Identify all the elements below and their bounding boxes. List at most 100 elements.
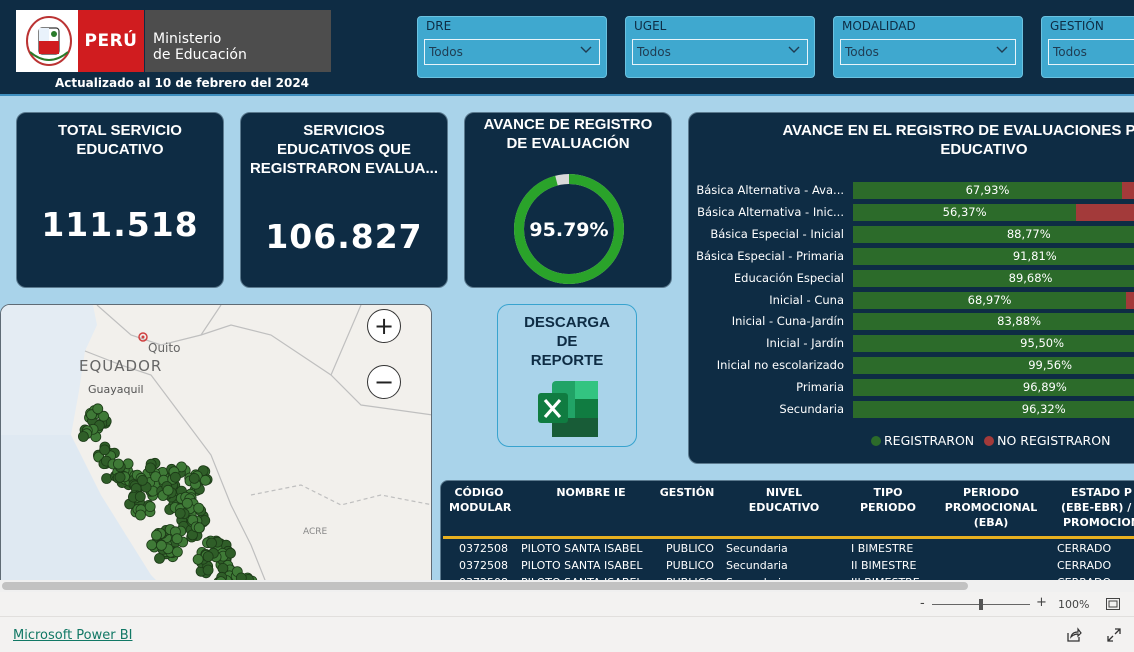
table-cell: PUBLICO (666, 559, 714, 572)
chart-title: AVANCE EN EL REGISTRO DE EVALUACIONES P … (689, 121, 1134, 159)
map-point[interactable] (169, 471, 181, 483)
map-point[interactable] (136, 474, 148, 486)
map-point[interactable] (162, 484, 174, 496)
th-line: CÓDIGO (454, 486, 504, 499)
map-point[interactable] (113, 458, 124, 470)
map-zoom-in-button[interactable]: + (367, 309, 401, 343)
filter-ugel-select[interactable]: Todos (632, 39, 808, 65)
bar-not-registered[interactable]: 83,88% (853, 313, 1134, 331)
map-point[interactable] (202, 564, 214, 576)
filter-dre-value: Todos (429, 45, 463, 59)
bar-row: Primaria 96,89% (689, 379, 1134, 397)
map-point[interactable] (134, 491, 146, 503)
table-row[interactable]: 0372508 PILOTO SANTA ISABEL PUBLICO Secunda… (441, 542, 1134, 558)
table-header-nombre[interactable]: NOMBRE IE (541, 485, 641, 500)
table-cell: PILOTO SANTA ISABEL (521, 542, 643, 555)
th-line: PROMOCION (1063, 516, 1134, 529)
zoom-slider-thumb[interactable] (979, 599, 983, 610)
map-point[interactable] (225, 547, 236, 559)
map-point[interactable] (92, 403, 104, 415)
filter-modalidad[interactable]: MODALIDAD Todos (833, 16, 1023, 78)
table-header-codigo[interactable]: CÓDIGO MODULAR (449, 485, 511, 515)
bar-category-label: Básica Alternativa - Inic... (697, 204, 844, 219)
bar-not-registered[interactable]: 89,68% (853, 269, 1134, 287)
legend-dot-registered (871, 436, 881, 446)
bar-category-label: Primaria (796, 380, 844, 395)
legend-registered[interactable]: REGISTRARON (884, 433, 974, 448)
table-header-divider (443, 536, 1134, 539)
bar-row: Inicial - Cuna-Jardín 83,88% (689, 313, 1134, 331)
chart-title-line2: EDUCATIVO (940, 141, 1028, 158)
map-point[interactable] (151, 529, 162, 541)
table-cell: II BIMESTRE (851, 559, 917, 572)
map-point[interactable] (181, 497, 193, 509)
table-cell: Secundaria (726, 559, 788, 572)
table-header-nivel[interactable]: NIVEL EDUCATIVO (731, 485, 837, 515)
table-cell: CERRADO (1057, 542, 1112, 555)
logo-ministry-line2: de Educación (153, 47, 247, 63)
map-point[interactable] (171, 546, 183, 558)
map-visual[interactable]: Quito EQUADOR Guayaquil ACRE + − (0, 304, 432, 580)
map-point[interactable] (99, 444, 110, 456)
card-total-title-line1: TOTAL SERVICIO (58, 122, 182, 139)
map-point[interactable] (192, 553, 204, 565)
map-point[interactable] (199, 474, 211, 486)
bar-value-label: 99,56% (1028, 358, 1073, 373)
table-cell: 0372508 (459, 559, 508, 572)
bar-not-registered[interactable]: 88,77% (853, 225, 1134, 243)
table-header-estado[interactable]: ESTADO P (EBE-EBR) / PROMOCION (1061, 485, 1134, 530)
bar-value-label: 89,68% (1008, 270, 1053, 285)
bar-not-registered[interactable]: 96,32% (853, 401, 1134, 418)
map-point[interactable] (171, 533, 183, 545)
share-icon[interactable] (1066, 627, 1082, 643)
bar-category-label: Básica Especial - Inicial (710, 226, 844, 241)
map-point[interactable] (206, 537, 217, 549)
table-header-gestion[interactable]: GESTIÓN (657, 485, 717, 500)
bar-not-registered[interactable]: 67,93% (853, 182, 1134, 199)
table-row[interactable]: 0372508 PILOTO SANTA ISABEL PUBLICO Secunda… (441, 559, 1134, 575)
filter-modalidad-select[interactable]: Todos (840, 39, 1016, 65)
bar-not-registered[interactable]: 91,81% (853, 247, 1134, 265)
bar-not-registered[interactable]: 99,56% (853, 357, 1134, 375)
bar-category-label: Educación Especial (733, 270, 844, 285)
map-point[interactable] (146, 539, 158, 551)
map-zoom-out-button[interactable]: − (367, 365, 401, 399)
legend-not-registered[interactable]: NO REGISTRARON (997, 433, 1110, 448)
filter-dre-select[interactable]: Todos (424, 39, 600, 65)
map-point[interactable] (144, 462, 156, 474)
table-header-periodo[interactable]: PERIODO PROMOCIONAL (EBA) (933, 485, 1049, 530)
filter-ugel[interactable]: UGEL Todos (625, 16, 815, 78)
filter-gestion-select[interactable]: Todos (1048, 39, 1134, 65)
zoom-out-button[interactable]: - (920, 596, 925, 611)
fit-to-page-icon[interactable] (1106, 598, 1120, 610)
powerbi-link[interactable]: Microsoft Power BI (13, 628, 132, 643)
map-point[interactable] (114, 471, 126, 483)
bar-not-registered[interactable]: 96,89% (853, 379, 1134, 397)
filter-ugel-label: UGEL (634, 19, 667, 33)
fullscreen-icon[interactable] (1106, 627, 1122, 643)
map-point[interactable] (144, 501, 156, 513)
map-point[interactable] (202, 551, 214, 562)
card-total-title: TOTAL SERVICIO EDUCATIVO (17, 113, 223, 159)
map-point[interactable] (135, 509, 146, 521)
bar-row: Básica Especial - Primaria 91,81% (689, 247, 1134, 266)
zoom-in-button[interactable]: + (1036, 595, 1047, 610)
map-point[interactable] (188, 472, 200, 484)
bar-not-registered[interactable]: 56,37% (853, 203, 1134, 221)
bar-not-registered[interactable]: 95,50% (853, 335, 1134, 353)
filter-dre[interactable]: DRE Todos (417, 16, 607, 78)
map-point[interactable] (193, 502, 205, 514)
map-point[interactable] (78, 431, 89, 442)
table-header-tipo[interactable]: TIPO PERIODO (855, 485, 921, 515)
bar-not-registered[interactable]: 68,97% (853, 291, 1134, 309)
filter-gestion[interactable]: GESTIÓN Todos (1041, 16, 1134, 78)
map-point[interactable] (235, 572, 247, 580)
map-point[interactable] (193, 522, 205, 534)
bar-category-label: Básica Especial - Primaria (696, 248, 844, 263)
filter-gestion-value: Todos (1053, 45, 1087, 59)
map-point[interactable] (174, 507, 186, 519)
horizontal-scrollbar[interactable] (0, 580, 1134, 592)
map-point[interactable] (155, 539, 167, 551)
download-report-button[interactable]: DESCARGA DE REPORTE (497, 304, 637, 447)
scrollbar-thumb[interactable] (2, 582, 968, 590)
